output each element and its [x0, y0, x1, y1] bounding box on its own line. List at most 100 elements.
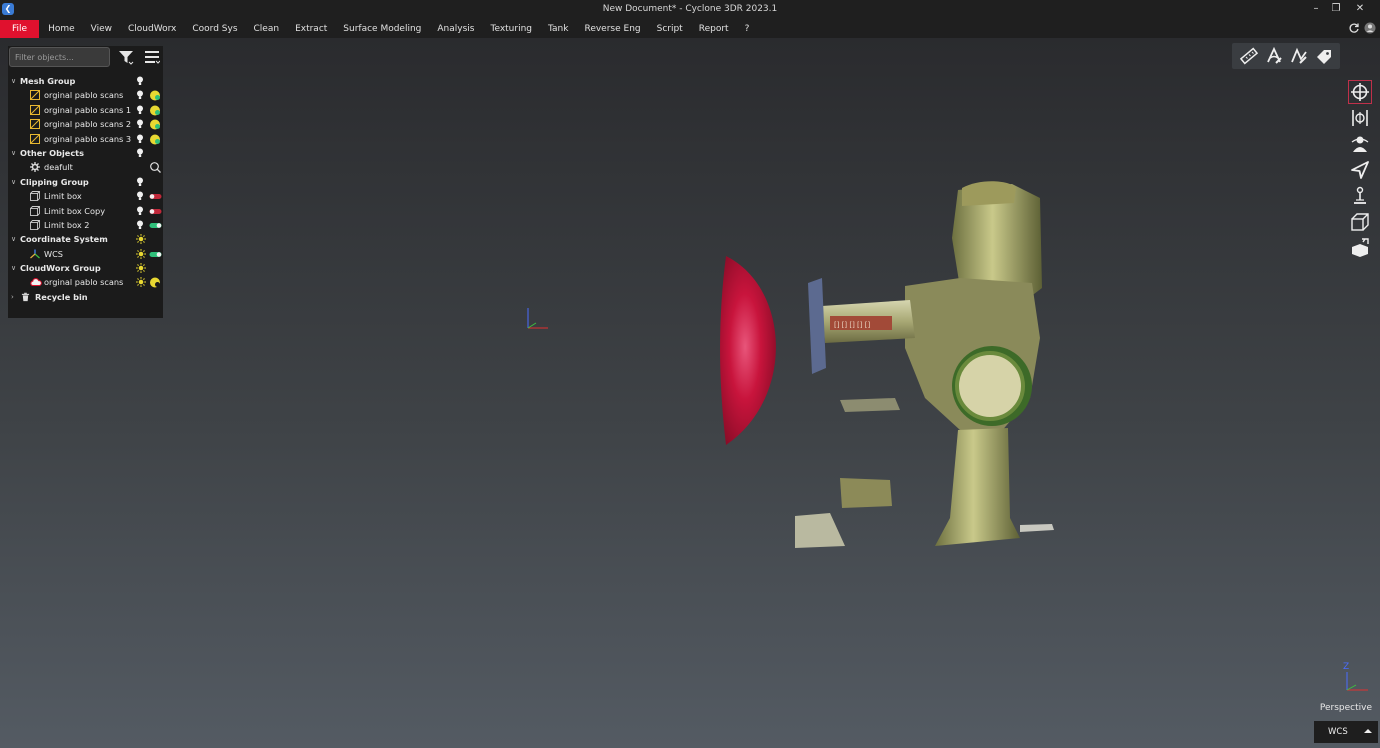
tree-item-mesh[interactable]: orginal pablo scans 3	[8, 132, 163, 146]
menu-tank[interactable]: Tank	[540, 20, 576, 38]
tree-group-coordinate-system[interactable]: ∨ Coordinate System	[8, 232, 163, 246]
tree-row-label: Limit box Copy	[44, 205, 106, 216]
scene-canvas[interactable]: [] [] [] [] []	[0, 38, 1380, 748]
menu-script[interactable]: Script	[649, 20, 691, 38]
menu-analysis[interactable]: Analysis	[429, 20, 482, 38]
measure-profile-icon[interactable]	[1290, 47, 1308, 65]
tree-group-mesh[interactable]: ∨ Mesh Group	[8, 74, 163, 88]
mesh-icon	[30, 90, 40, 101]
tree-row-label: Coordinate System	[20, 234, 108, 245]
tree-row-label: orginal pablo scans	[44, 90, 124, 101]
tree-group-cloudworx[interactable]: ∨ CloudWorx Group	[8, 261, 163, 275]
scan-state-icon[interactable]	[149, 134, 162, 145]
menu-extract[interactable]: Extract	[287, 20, 335, 38]
fit-view-button[interactable]	[1348, 236, 1372, 260]
visibility-sun-icon[interactable]	[136, 248, 146, 259]
tree-group-recycle-bin[interactable]: › Recycle bin	[8, 290, 163, 304]
sphere-primitive[interactable]	[720, 256, 776, 445]
user-icon[interactable]	[1364, 22, 1376, 34]
menu-report[interactable]: Report	[691, 20, 737, 38]
toggle-on-icon[interactable]	[149, 220, 162, 231]
scan-state-icon[interactable]	[149, 119, 162, 130]
cloud-icon	[30, 278, 42, 287]
expand-toggle[interactable]: ›	[11, 290, 19, 304]
menu-view[interactable]: View	[83, 20, 120, 38]
visibility-bulb-icon[interactable]	[136, 177, 144, 187]
scan-state-icon[interactable]	[149, 90, 162, 101]
visibility-sun-icon[interactable]	[136, 263, 146, 274]
tree-item-limit-box[interactable]: Limit box	[8, 189, 163, 203]
expand-toggle[interactable]: ∨	[11, 146, 19, 160]
3d-viewport[interactable]: [] [] [] [] [] Filter objects... ∨ Mesh …	[0, 38, 1380, 748]
tree-row-label: Recycle bin	[35, 291, 88, 302]
mesh-icon	[30, 133, 40, 144]
toggle-on-icon[interactable]	[149, 249, 162, 260]
close-button[interactable]: ✕	[1348, 0, 1372, 18]
tree-options-button[interactable]	[142, 47, 162, 67]
menu-right-icons	[1348, 22, 1376, 34]
window-title: New Document* - Cyclone 3DR 2023.1	[602, 4, 778, 14]
box-icon	[30, 191, 40, 202]
expand-toggle[interactable]: ∨	[11, 232, 19, 246]
coordinate-system-select[interactable]: WCS	[1314, 721, 1378, 743]
scan-state-icon[interactable]	[149, 105, 162, 116]
menu-file[interactable]: File	[0, 20, 40, 38]
tag-label-icon[interactable]	[1315, 47, 1333, 65]
point-cloud-scan[interactable]: [] [] [] [] []	[795, 181, 1054, 548]
visibility-bulb-icon[interactable]	[136, 105, 144, 115]
toggle-off-icon[interactable]	[149, 191, 162, 202]
visibility-bulb-icon[interactable]	[136, 206, 144, 216]
walk-view-button[interactable]	[1348, 132, 1372, 156]
tree-item-mesh[interactable]: orginal pablo scans 2	[8, 117, 163, 131]
tree-row-label: deafult	[44, 162, 73, 173]
menu-surface-modeling[interactable]: Surface Modeling	[335, 20, 429, 38]
expand-toggle[interactable]: ∨	[11, 175, 19, 189]
fly-view-button[interactable]	[1348, 158, 1372, 182]
visibility-bulb-icon[interactable]	[136, 119, 144, 129]
refresh-icon[interactable]	[1348, 22, 1360, 34]
tree-item-default[interactable]: deafult	[8, 160, 163, 174]
tree-item-limit-box-2[interactable]: Limit box 2	[8, 218, 163, 232]
visibility-bulb-icon[interactable]	[136, 90, 144, 100]
station-view-button[interactable]	[1348, 184, 1372, 208]
menu-reverse-eng[interactable]: Reverse Eng	[576, 20, 648, 38]
filter-objects-input[interactable]	[9, 47, 110, 67]
visibility-sun-icon[interactable]	[136, 277, 146, 288]
expand-toggle[interactable]: ∨	[11, 74, 19, 88]
menu-cloudworx[interactable]: CloudWorx	[120, 20, 184, 38]
visibility-bulb-icon[interactable]	[136, 76, 144, 86]
menu-home[interactable]: Home	[39, 20, 83, 38]
view-cube-button[interactable]	[1348, 210, 1372, 234]
menu-clean[interactable]: Clean	[246, 20, 288, 38]
tree-row-label: WCS	[44, 248, 64, 259]
menu-coord-sys[interactable]: Coord Sys	[184, 20, 245, 38]
tree-item-cloudworx-scan[interactable]: orginal pablo scans	[8, 275, 163, 289]
measure-angle-icon[interactable]	[1265, 47, 1283, 65]
tree-item-limit-box-copy[interactable]: Limit box Copy	[8, 204, 163, 218]
visibility-bulb-icon[interactable]	[136, 148, 144, 158]
visibility-bulb-icon[interactable]	[136, 220, 144, 230]
orbit-button[interactable]	[1348, 80, 1372, 104]
projection-label[interactable]: Perspective	[1320, 703, 1372, 713]
restore-button[interactable]: ❐	[1324, 0, 1348, 18]
search-icon[interactable]	[149, 162, 162, 174]
pan-icon	[1352, 110, 1368, 126]
tree-group-clipping[interactable]: ∨ Clipping Group	[8, 175, 163, 189]
scan-state-icon[interactable]	[149, 277, 162, 288]
pan-zoom-button[interactable]	[1348, 106, 1372, 130]
toggle-off-icon[interactable]	[149, 206, 162, 217]
menu-texturing[interactable]: Texturing	[482, 20, 540, 38]
ruler-icon[interactable]	[1239, 47, 1258, 65]
visibility-bulb-icon[interactable]	[136, 134, 144, 144]
visibility-bulb-icon[interactable]	[136, 191, 144, 201]
tree-item-mesh[interactable]: orginal pablo scans 1	[8, 103, 163, 117]
station-icon	[1354, 186, 1366, 204]
tree-item-wcs[interactable]: WCS	[8, 247, 163, 261]
tree-item-mesh[interactable]: orginal pablo scans	[8, 88, 163, 102]
tree-row-label: orginal pablo scans 3	[44, 133, 132, 144]
visibility-sun-icon[interactable]	[136, 234, 146, 245]
tree-group-other-objects[interactable]: ∨ Other Objects	[8, 146, 163, 160]
menu-help[interactable]: ?	[737, 20, 758, 38]
expand-toggle[interactable]: ∨	[11, 261, 19, 275]
filter-button[interactable]	[116, 47, 136, 67]
